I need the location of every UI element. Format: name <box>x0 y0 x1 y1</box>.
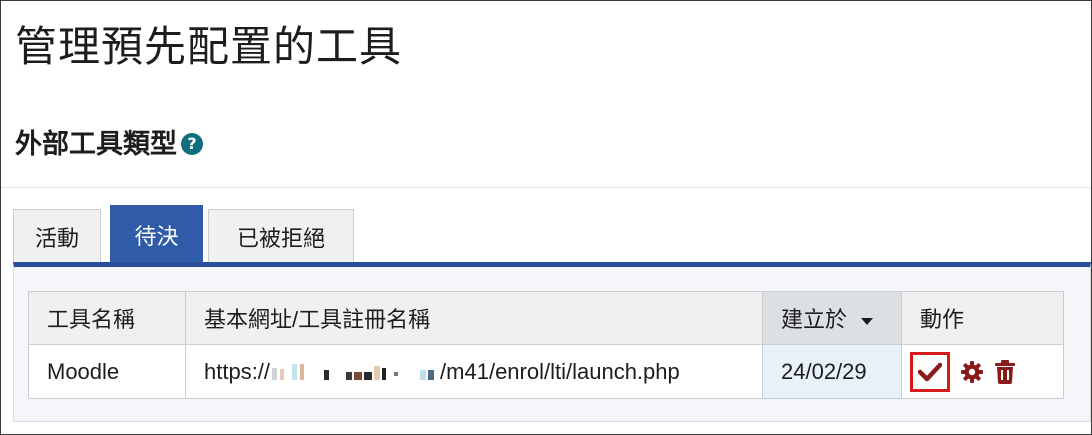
divider <box>1 187 1091 188</box>
url-prefix: https:// <box>204 358 271 384</box>
question-circle-icon[interactable]: ? <box>181 132 203 155</box>
table-header-row: 工具名稱 基本網址/工具註冊名稱 建立於 動作 <box>28 291 1064 345</box>
table-row: Moodle https:// /m41/enrol/lti/launch.ph… <box>28 344 1064 399</box>
cell-created: 24/02/29 <box>762 344 902 399</box>
column-header-actions: 動作 <box>901 291 1064 345</box>
url-suffix: /m41/enrol/lti/launch.php <box>440 358 680 384</box>
caret-down-icon <box>861 317 874 325</box>
cell-actions <box>901 344 1064 399</box>
column-header-created-label: 建立於 <box>781 307 848 332</box>
cell-tool-name: Moodle <box>28 344 186 399</box>
trash-icon <box>995 359 1015 384</box>
column-header-name[interactable]: 工具名稱 <box>28 291 186 345</box>
redacted-host <box>272 363 435 380</box>
gear-icon <box>961 360 983 383</box>
tools-table: 工具名稱 基本網址/工具註冊名稱 建立於 動作 Moodle https:// <box>28 291 1064 399</box>
tab-pending[interactable]: 待決 <box>110 205 203 263</box>
check-icon <box>918 362 942 381</box>
accept-button[interactable] <box>910 351 950 392</box>
page-title: 管理預先配置的工具 <box>15 22 403 71</box>
column-header-url[interactable]: 基本網址/工具註冊名稱 <box>185 291 763 345</box>
tab-rejected[interactable]: 已被拒絕 <box>208 209 354 263</box>
section-heading-label: 外部工具類型 <box>15 129 177 160</box>
page-frame: 管理預先配置的工具 外部工具類型 ? 活動 待決 已被拒絕 工具名稱 基本網址/… <box>0 0 1092 435</box>
column-header-created[interactable]: 建立於 <box>762 291 902 345</box>
section-heading: 外部工具類型 ? <box>15 122 203 161</box>
action-group <box>910 351 1045 392</box>
tab-active[interactable]: 活動 <box>13 209 101 263</box>
delete-button[interactable] <box>994 359 1016 384</box>
cell-url: https:// /m41/enrol/lti/launch.php <box>185 344 763 399</box>
settings-button[interactable] <box>960 360 984 384</box>
